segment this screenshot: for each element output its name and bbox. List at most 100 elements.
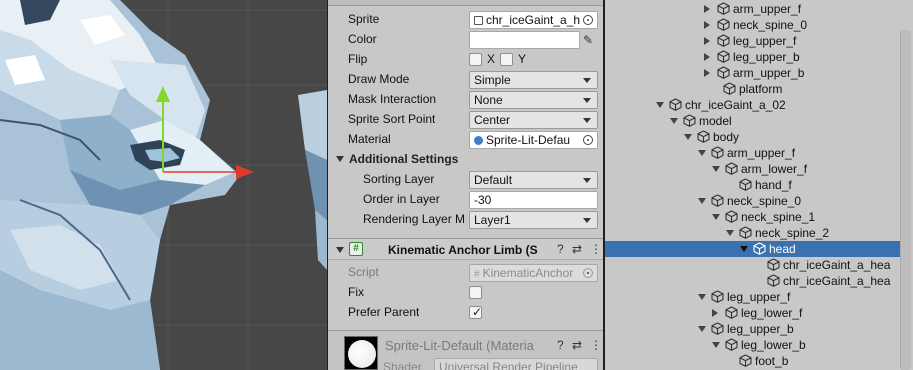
hierarchy-item[interactable]: model	[605, 113, 900, 129]
expand-down-arrow-icon[interactable]	[740, 246, 748, 252]
fix-row: Fix	[328, 283, 603, 303]
hierarchy-item[interactable]: leg_lower_b	[605, 337, 900, 353]
gameobject-cube-icon	[767, 258, 780, 271]
order-in-layer-input[interactable]: -30	[469, 191, 598, 209]
eyedropper-icon[interactable]: ✎	[583, 33, 593, 47]
object-picker-icon[interactable]	[583, 135, 593, 145]
preset-icon[interactable]: ⇄	[572, 338, 582, 352]
script-hash-icon: #	[349, 242, 363, 256]
sort-point-row: Sprite Sort Point Center	[328, 110, 603, 130]
foldout-arrow-icon[interactable]	[336, 247, 344, 253]
sorting-layer-dropdown[interactable]: Default	[469, 171, 598, 189]
expand-down-arrow-icon[interactable]	[698, 198, 706, 204]
additional-settings-header: Additional Settings	[349, 152, 459, 166]
material-preview-header[interactable]: Sprite-Lit-Default (Materia ? ⇄ ⋮ Shader…	[328, 330, 603, 370]
hierarchy-item[interactable]: head	[605, 241, 900, 257]
expand-down-arrow-icon[interactable]	[670, 118, 678, 124]
shader-dropdown[interactable]: Universal Render Pipeline	[434, 358, 598, 370]
hierarchy-item[interactable]: neck_spine_2	[605, 225, 900, 241]
ice-giant-sprite[interactable]	[0, 0, 327, 370]
help-icon[interactable]: ?	[557, 242, 564, 256]
foldout-arrow-icon[interactable]	[336, 156, 344, 162]
expand-down-arrow-icon[interactable]	[684, 134, 692, 140]
rendering-layer-dropdown[interactable]: Layer1	[469, 211, 598, 229]
hierarchy-item[interactable]: leg_upper_f	[605, 289, 900, 305]
kebab-menu-icon[interactable]: ⋮	[590, 242, 602, 256]
mask-interaction-value: None	[474, 93, 503, 107]
collapse-right-arrow-icon[interactable]	[704, 21, 710, 29]
hierarchy-item[interactable]: neck_spine_0	[605, 193, 900, 209]
preset-icon[interactable]: ⇄	[572, 242, 582, 256]
collapse-right-arrow-icon[interactable]	[712, 309, 718, 317]
flip-y-checkbox[interactable]	[500, 53, 513, 66]
expand-down-arrow-icon[interactable]	[698, 294, 706, 300]
hierarchy-item[interactable]: foot_b	[605, 353, 900, 369]
color-swatch[interactable]	[469, 31, 580, 49]
prefer-parent-checkbox[interactable]: ✓	[469, 305, 482, 319]
expand-down-arrow-icon[interactable]	[712, 166, 720, 172]
hierarchy-item[interactable]: leg_upper_f	[605, 33, 900, 49]
scene-view[interactable]	[0, 0, 327, 370]
hierarchy-item-label: leg_lower_b	[741, 338, 806, 352]
scene-canvas[interactable]	[0, 0, 327, 370]
hierarchy-item-label: arm_upper_b	[733, 66, 805, 80]
hierarchy-item[interactable]: hand_f	[605, 177, 900, 193]
hierarchy-item[interactable]: arm_lower_f	[605, 161, 900, 177]
hierarchy-item-label: body	[713, 130, 740, 144]
hierarchy-item[interactable]: chr_iceGaint_a_hea	[605, 257, 900, 273]
flip-x-checkbox[interactable]	[469, 53, 482, 66]
hierarchy-item-label: neck_spine_1	[741, 210, 816, 224]
expand-down-arrow-icon[interactable]	[656, 102, 664, 108]
collapse-right-arrow-icon[interactable]	[704, 37, 710, 45]
dropdown-arrow-icon	[583, 218, 591, 223]
collapse-right-arrow-icon[interactable]	[704, 53, 710, 61]
object-picker-icon[interactable]	[583, 15, 593, 25]
mask-interaction-row: Mask Interaction None	[328, 90, 603, 110]
material-value: Sprite-Lit-Defau	[486, 133, 571, 147]
hierarchy-item[interactable]: neck_spine_1	[605, 209, 900, 225]
kinematic-anchor-component-header[interactable]: # Kinematic Anchor Limb (S ? ⇄ ⋮	[328, 238, 603, 260]
hierarchy-item[interactable]: neck_spine_0	[605, 17, 900, 33]
hierarchy-item-label: chr_iceGaint_a_hea	[783, 258, 891, 272]
hierarchy-item[interactable]: leg_upper_b	[605, 321, 900, 337]
mask-interaction-dropdown[interactable]: None	[469, 91, 598, 109]
gameobject-cube-icon	[739, 226, 752, 239]
expand-down-arrow-icon[interactable]	[712, 342, 720, 348]
sort-point-dropdown[interactable]: Center	[469, 111, 598, 129]
material-object-field[interactable]: Sprite-Lit-Defau	[469, 131, 598, 149]
sprite-object-field[interactable]: chr_iceGaint_a_h	[469, 11, 598, 29]
sorting-layer-row: Sorting Layer Default	[328, 170, 603, 190]
hierarchy-item[interactable]: arm_upper_f	[605, 145, 900, 161]
expand-down-arrow-icon[interactable]	[698, 150, 706, 156]
fix-label: Fix	[348, 285, 364, 299]
order-in-layer-label: Order in Layer	[363, 192, 440, 206]
hierarchy-item[interactable]: chr_iceGaint_a_02	[605, 97, 900, 113]
sort-point-value: Center	[474, 113, 511, 127]
hierarchy-item[interactable]: arm_upper_f	[605, 1, 900, 17]
script-label: Script	[348, 265, 379, 279]
gizmo-x-arrow-icon[interactable]	[236, 165, 254, 179]
kebab-menu-icon[interactable]: ⋮	[590, 338, 602, 352]
sprite-asset-icon	[474, 16, 483, 25]
hierarchy-item[interactable]: platform	[605, 81, 900, 97]
hierarchy-item[interactable]: body	[605, 129, 900, 145]
hierarchy-scrollbar[interactable]	[900, 30, 911, 370]
expand-down-arrow-icon[interactable]	[698, 326, 706, 332]
gameobject-cube-icon	[717, 66, 730, 79]
expand-down-arrow-icon[interactable]	[726, 230, 734, 236]
hierarchy-item[interactable]: leg_lower_f	[605, 305, 900, 321]
hierarchy-item[interactable]: chr_iceGaint_a_hea	[605, 273, 900, 289]
fix-checkbox[interactable]	[469, 286, 482, 299]
collapse-right-arrow-icon[interactable]	[704, 5, 710, 13]
sprite-renderer-header[interactable]	[328, 0, 603, 6]
additional-settings-foldout[interactable]: Additional Settings	[328, 150, 603, 170]
hierarchy-item[interactable]: arm_upper_b	[605, 65, 900, 81]
draw-mode-dropdown[interactable]: Simple	[469, 71, 598, 89]
collapse-right-arrow-icon[interactable]	[704, 69, 710, 77]
material-sphere-icon	[474, 136, 483, 145]
help-icon[interactable]: ?	[557, 338, 564, 352]
expand-down-arrow-icon[interactable]	[712, 214, 720, 220]
hierarchy-item[interactable]: leg_upper_b	[605, 49, 900, 65]
sprite-value: chr_iceGaint_a_h	[486, 13, 581, 27]
script-value: KinematicAnchor	[482, 266, 574, 280]
